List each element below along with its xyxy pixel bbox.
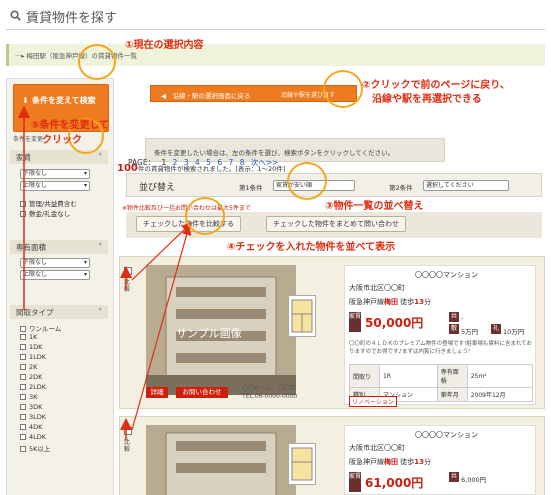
annotation-5-line2: クリック [42, 135, 82, 146]
arrow-annotation-4d [131, 225, 192, 431]
arrow-annotation-4c [131, 222, 192, 281]
annotation-4: ④チェックを入れた物件を並べて表示 [227, 242, 396, 253]
highlight-circle-2 [323, 70, 363, 108]
annotation-2-line1: ②クリックで前のページに戻り、 [362, 80, 510, 91]
annotation-5-line1: ⑤条件を変更して [31, 120, 110, 131]
highlight-circle-1 [78, 44, 116, 80]
highlight-circle-4 [185, 197, 225, 235]
annotation-1: ①現在の選択内容 [125, 40, 204, 51]
annotation-3: ③物件一覧の並べ替え [325, 201, 424, 212]
annotation-2-line2: 沿線や駅を再選択できる [372, 94, 482, 105]
highlight-circle-3 [287, 162, 327, 200]
